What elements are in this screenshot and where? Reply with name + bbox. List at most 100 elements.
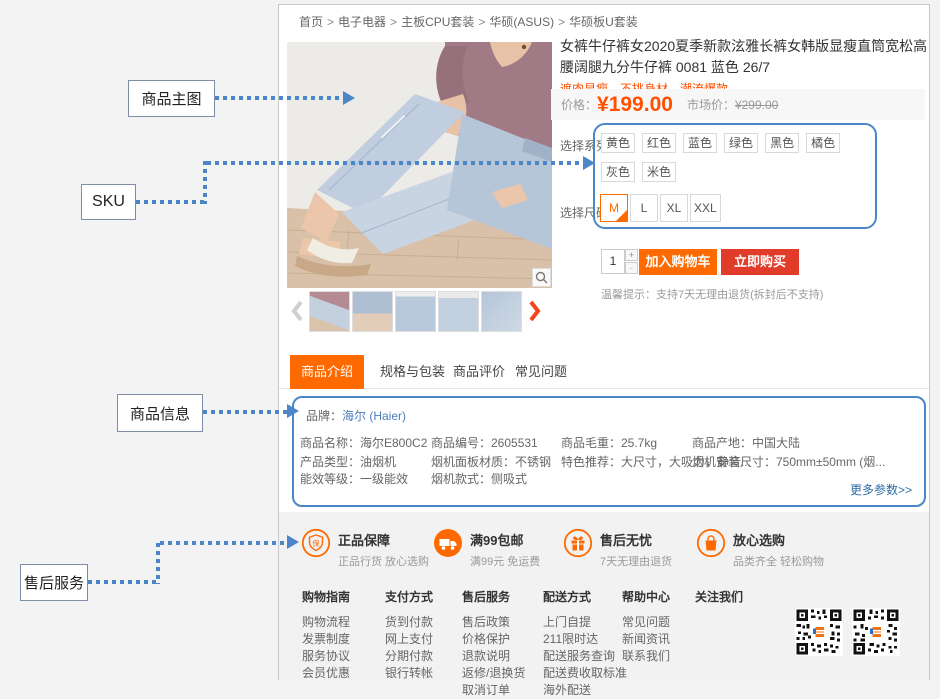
footer-link[interactable]: 银行转帐 [385,665,433,681]
footer-link[interactable]: 配送服务查询 [543,648,627,664]
info-field: 商品编号：2605531 [431,434,538,451]
arrow-line [203,410,287,414]
breadcrumb-item[interactable]: 电子电器 [338,15,386,29]
tab-product-intro[interactable]: 商品介绍 [290,355,364,389]
info-field: 商品产地：中国大陆 [692,434,800,451]
arrow-line [203,161,207,204]
prev-thumbnail-icon[interactable] [290,299,304,323]
info-field: 烟机款式：侧吸式 [431,470,527,487]
breadcrumb-item[interactable]: 华硕(ASUS) [489,15,554,29]
tab-spec-package[interactable]: 规格与包装 [380,355,445,389]
service-item-easy-shop: 放心选购 品类齐全 轻松购物 [696,528,824,569]
footer-column-title: 支付方式 [385,588,433,605]
market-price-label: 市场价： [687,96,735,113]
service-title: 正品保障 [338,530,429,549]
service-desc: 满99元 免运费 [470,553,540,569]
arrow-head-icon [287,404,299,418]
service-desc: 正品行货 放心选购 [338,553,429,569]
footer-link[interactable]: 211限时达 [543,631,627,647]
footer-link[interactable]: 新闻资讯 [622,631,670,647]
footer-link[interactable]: 海外配送 [543,682,627,698]
product-photo [287,42,552,288]
quantity-decrease-button[interactable]: - [625,262,638,274]
info-field: 烟机安装尺寸：750mm±50mm (烟... [692,453,885,470]
footer-column-title: 配送方式 [543,588,627,605]
footer-column-payment: 支付方式 货到付款 网上支付 分期付款 银行转帐 [385,588,433,682]
price-value: ¥199.00 [597,93,673,117]
arrow-line [160,541,287,545]
buy-now-button[interactable]: 立即购买 [721,249,799,275]
info-field: 产品类型：油烟机 [300,453,396,470]
callout-main-image: 商品主图 [128,80,215,117]
footer-link[interactable]: 分期付款 [385,648,433,664]
footer-link[interactable]: 购物流程 [302,614,350,630]
breadcrumb-item[interactable]: 主板CPU套装 [401,15,474,29]
thumbnail-5[interactable] [481,291,522,332]
thumbnail-3[interactable] [395,291,436,332]
brand-label: 品牌： [306,409,342,423]
info-field: 商品毛重：25.7kg [561,434,657,451]
footer-link[interactable]: 常见问题 [622,614,670,630]
more-params-link[interactable]: 更多参数>> [850,481,912,498]
market-price-value: ¥299.00 [735,98,778,112]
footer-link[interactable]: 联系我们 [622,648,670,664]
product-main-image[interactable] [287,42,552,288]
footer-link[interactable]: 会员优惠 [302,665,350,681]
qr-code-wechat [795,608,843,656]
qr-code-icon [795,608,843,656]
callout-product-info-label: 商品信息 [130,403,190,424]
footer-column-delivery: 配送方式 上门自提 211限时达 配送服务查询 配送费收取标准 海外配送 [543,588,627,699]
footer-link[interactable]: 网上支付 [385,631,433,647]
footer-link[interactable]: 售后政策 [462,614,525,630]
footer-column-title: 帮助中心 [622,588,670,605]
footer-link[interactable]: 货到付款 [385,614,433,630]
footer-link[interactable]: 返修/退换货 [462,665,525,681]
callout-product-info: 商品信息 [117,394,203,432]
footer-column-guide: 购物指南 购物流程 发票制度 服务协议 会员优惠 [302,588,350,682]
next-thumbnail-icon[interactable] [528,299,542,323]
footer-link[interactable]: 发票制度 [302,631,350,647]
quantity-input[interactable]: 1 [601,249,625,274]
service-title: 满99包邮 [470,530,540,549]
svg-text:保: 保 [312,539,320,548]
add-to-cart-button[interactable]: 加入购物车 [639,249,717,275]
footer-column-help: 帮助中心 常见问题 新闻资讯 联系我们 [622,588,670,665]
thumbnail-1[interactable] [309,291,350,332]
footer-link[interactable]: 取消订单 [462,682,525,698]
service-desc: 7天无理由退货 [600,553,672,569]
quantity-increase-button[interactable]: + [625,249,638,261]
footer-link[interactable]: 退款说明 [462,648,525,664]
footer-column-title: 关注我们 [695,588,743,605]
arrow-line [156,543,160,584]
callout-sku: SKU [81,184,136,220]
breadcrumb-item[interactable]: 首页 [299,15,323,29]
breadcrumb-separator: > [558,15,565,29]
arrow-line [215,96,343,100]
thumbnail-2[interactable] [352,291,393,332]
service-item-aftersale: 售后无忧 7天无理由退货 [563,528,672,569]
breadcrumb-item[interactable]: 华硕板U套装 [569,15,638,29]
breadcrumb-separator: > [390,15,397,29]
footer-link[interactable]: 服务协议 [302,648,350,664]
quantity-stepper: + - [625,249,638,274]
tab-reviews[interactable]: 商品评价 [453,355,505,389]
tab-faq[interactable]: 常见问题 [515,355,567,389]
shopping-bag-icon [696,528,726,558]
service-title: 放心选购 [733,530,824,549]
arrow-line [88,580,158,584]
product-page-panel: 首页>电子电器>主板CPU套装>华硕(ASUS)>华硕板U套装 [278,4,930,680]
brand-row: 品牌：海尔 (Haier) [306,407,406,424]
brand-link[interactable]: 海尔 (Haier) [342,409,406,423]
arrow-head-icon [287,535,299,549]
thumbnail-4[interactable] [438,291,479,332]
product-title: 女裤牛仔裤女2020夏季新款泫雅长裤女韩版显瘦直筒宽松高腰阔腿九分牛仔裤 008… [560,36,930,78]
footer-link[interactable]: 上门自提 [543,614,627,630]
footer-link[interactable]: 价格保护 [462,631,525,647]
sku-highlight-box [593,123,877,229]
zoom-button[interactable] [532,268,551,287]
product-info-box: 品牌：海尔 (Haier) 商品名称：海尔E800C2 商品编号：2605531… [292,396,926,507]
callout-sku-label: SKU [92,193,125,211]
arrow-line [207,161,583,165]
info-field: 能效等级：一级能效 [300,470,408,487]
footer-link[interactable]: 配送费收取标准 [543,665,627,681]
